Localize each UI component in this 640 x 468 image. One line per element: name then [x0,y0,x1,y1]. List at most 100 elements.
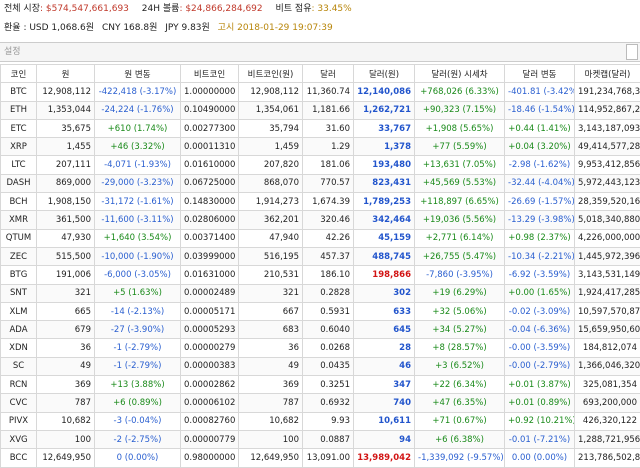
usd-price: 181.06 [303,156,354,174]
krw-change: -422,418 (-3.17%) [95,83,181,101]
coin-symbol: XRP [1,138,37,156]
btc-krw-price-value: 100 [283,435,299,445]
btc-price: 0.03999000 [181,247,239,265]
column-krw[interactable]: 원 [37,65,95,83]
krw-change-value: -1 (-2.79%) [114,361,162,371]
premium: +47 (6.35%) [415,394,505,412]
coin-symbol: BTG [1,266,37,284]
krw-change-value: -6,000 (-3.05%) [104,270,171,280]
usd-change-value: -6.92 (-3.59%) [509,270,570,280]
usd-change: -10.34 (-2.21%) [505,247,575,265]
usd-change: -0.00 (-3.59%) [505,339,575,357]
btc-krw-price-value: 683 [283,325,299,335]
btc-price-value: 0.02806000 [184,215,235,225]
usd-change-value: +0.98 (2.37%) [508,233,570,243]
coin-symbol-value: ETH [10,105,27,115]
usd-price-value: 0.0268 [320,343,350,353]
table-row: RCN369+13 (3.88%)0.000028623690.3251347+… [1,376,640,394]
premium: +22 (6.34%) [415,376,505,394]
market-cap-value: 15,659,950,604 [578,325,640,335]
usd-krw-price: 823,431 [354,174,415,192]
btc-price: 0.00006102 [181,394,239,412]
premium: +8 (28.57%) [415,339,505,357]
market-cap-value: 114,952,867,201 [578,105,640,115]
usd-price: 770.57 [303,174,354,192]
btc-krw-price: 667 [239,302,303,320]
market-cap-label: 전체 시장 [4,4,40,14]
usd-change-value: +0.01 (3.87%) [508,380,570,390]
market-cap-value: 1,288,721,956 [578,435,640,445]
krw-change-value: -4,071 (-1.93%) [104,160,171,170]
settings-toggle[interactable] [626,44,638,60]
column-market-cap[interactable]: 마켓캡(달러) [575,65,640,83]
usd-price: 13,091.00 [303,449,354,467]
krw-price: 369 [37,376,95,394]
column-btc-krw[interactable]: 비트코인(원) [239,65,303,83]
krw-change-value: +6 (0.89%) [113,398,162,408]
btc-krw-price: 12,649,950 [239,449,303,467]
krw-price-value: 35,675 [61,124,91,134]
krw-change-value: -2 (-2.75%) [114,435,162,445]
krw-price: 191,006 [37,266,95,284]
krw-change-value: +5 (1.63%) [113,288,162,298]
premium: -7,860 (-3.95%) [415,266,505,284]
premium: +32 (5.06%) [415,302,505,320]
column-usd[interactable]: 달러 [303,65,354,83]
btc-price-value: 0.01631000 [184,270,235,280]
column-coin[interactable]: 코인 [1,65,37,83]
btc-krw-price: 1,914,273 [239,193,303,211]
usd-change: -0.01 (-7.21%) [505,430,575,448]
btc-price: 0.00000779 [181,430,239,448]
krw-change-value: -422,418 (-3.17%) [99,87,177,97]
premium-value: -7,860 (-3.95%) [426,270,493,280]
column-btc[interactable]: 비트코인 [181,65,239,83]
btc-krw-price: 516,195 [239,247,303,265]
settings-bar[interactable]: 설정 [0,42,640,62]
usd-change-value: -10.34 (-2.21%) [508,252,575,262]
usd-change: +0.01 (0.89%) [505,394,575,412]
usd-krw-price-value: 94 [399,435,411,445]
krw-change-value: +46 (3.32%) [110,142,164,152]
btc-krw-price: 787 [239,394,303,412]
krw-change: 0 (0.00%) [95,449,181,467]
btc-price: 0.06725000 [181,174,239,192]
column-usd-krw[interactable]: 달러(원) [354,65,415,83]
usd-price-value: 11,360.74 [307,87,350,97]
usd-krw-price: 13,989,042 [354,449,415,467]
krw-price: 100 [37,430,95,448]
coin-symbol: ETC [1,119,37,137]
usd-krw-price-value: 12,140,086 [357,87,411,97]
usd-krw-price-value: 193,480 [372,160,411,170]
table-row: XRP1,455+46 (3.32%)0.000113101,4591.291,… [1,138,640,156]
usd-change-value: -0.00 (-2.79%) [509,361,570,371]
premium: +34 (5.27%) [415,321,505,339]
usd-price-value: 0.6932 [320,398,350,408]
krw-price: 869,000 [37,174,95,192]
usd-krw-price-value: 198,866 [372,270,411,280]
coin-symbol: BTC [1,83,37,101]
usd-price-value: 1,674.39 [312,197,350,207]
krw-change: -29,000 (-3.23%) [95,174,181,192]
table-row: BCC12,649,9500 (0.00%)0.9800000012,649,9… [1,449,640,467]
btc-price-value: 0.00005293 [184,325,235,335]
krw-price-value: 869,000 [56,178,91,188]
column-krw-change[interactable]: 원 변동 [95,65,181,83]
usd-krw-price-value: 342,464 [372,215,411,225]
krw-change-value: +13 (3.88%) [110,380,164,390]
krw-price: 1,353,044 [37,101,95,119]
usd-change: +0.01 (3.87%) [505,376,575,394]
premium-value: +45,569 (5.53%) [423,178,496,188]
column-premium[interactable]: 달러(원) 시세차 [415,65,505,83]
usd-price: 0.2828 [303,284,354,302]
column-usd-change[interactable]: 달러 변동 [505,65,575,83]
market-cap: 3,143,531,149 [575,266,640,284]
usd-price-value: 31.60 [326,124,350,134]
usd-krw-price: 10,611 [354,412,415,430]
krw-price: 787 [37,394,95,412]
krw-price-value: 787 [75,398,91,408]
coin-symbol: DASH [1,174,37,192]
premium-value: +3 (6.52%) [435,361,484,371]
btc-krw-price: 210,531 [239,266,303,284]
btc-krw-price-value: 10,682 [269,416,299,426]
premium: +45,569 (5.53%) [415,174,505,192]
